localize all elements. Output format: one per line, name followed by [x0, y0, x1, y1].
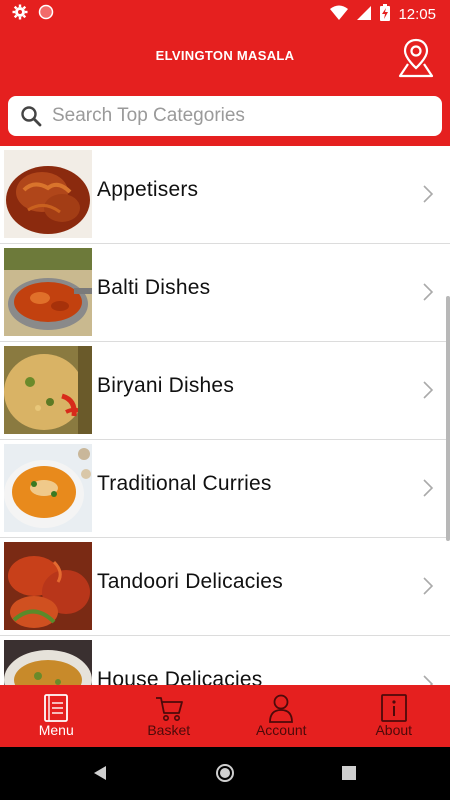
search-box[interactable] — [8, 96, 442, 136]
list-scrollbar[interactable] — [446, 296, 450, 541]
house-dish-photo — [4, 640, 92, 685]
search-input[interactable] — [52, 96, 432, 136]
battery-charging-icon — [380, 4, 391, 25]
category-row-biryani[interactable]: Biryani Dishes — [0, 342, 450, 440]
back-icon[interactable] — [92, 765, 108, 781]
search-icon — [21, 106, 42, 127]
chevron-right-icon — [423, 283, 434, 301]
category-row-appetisers[interactable]: Appetisers — [0, 146, 450, 244]
category-row-traditional-curries[interactable]: Traditional Curries — [0, 440, 450, 538]
settings-gear-icon — [12, 4, 28, 25]
signal-icon — [356, 5, 372, 25]
nav-basket[interactable]: Basket — [113, 685, 226, 747]
chevron-right-icon — [423, 479, 434, 497]
biryani-photo — [4, 346, 92, 434]
chevron-right-icon — [423, 577, 434, 595]
category-list[interactable]: Appetisers Balti Dishes Biryani Dishes T… — [0, 146, 450, 685]
menu-book-icon — [44, 694, 69, 722]
cart-icon — [155, 697, 183, 721]
nav-about[interactable]: About — [338, 685, 450, 747]
chevron-right-icon — [423, 675, 434, 685]
nav-basket-label: Basket — [147, 722, 191, 738]
nav-menu-label: Menu — [38, 722, 74, 738]
nav-account-label: Account — [255, 722, 307, 738]
balti-dish-photo — [4, 248, 92, 336]
chevron-right-icon — [423, 381, 434, 399]
app-title: ELVINGTON MASALA — [155, 48, 295, 63]
search-bar-container — [0, 90, 450, 146]
category-label: Balti Dishes — [97, 276, 211, 299]
chevron-right-icon — [423, 185, 434, 203]
app-bar: ELVINGTON MASALA — [0, 28, 450, 90]
category-label: Appetisers — [97, 178, 199, 201]
category-row-tandoori[interactable]: Tandoori Delicacies — [0, 538, 450, 636]
status-time: 12:05 — [398, 6, 436, 23]
category-label: House Delicacies — [97, 668, 263, 685]
map-pin-icon — [398, 38, 434, 78]
category-label: Biryani Dishes — [97, 374, 235, 397]
tandoori-chicken-photo — [4, 542, 92, 630]
category-label: Tandoori Delicacies — [97, 570, 283, 593]
location-button[interactable] — [396, 36, 436, 78]
nav-menu[interactable]: Menu — [0, 685, 113, 747]
category-row-balti[interactable]: Balti Dishes — [0, 244, 450, 342]
info-icon — [380, 694, 407, 722]
home-icon[interactable] — [215, 763, 235, 783]
nav-about-label: About — [375, 722, 413, 738]
curry-bowl-photo — [4, 444, 92, 532]
notification-dot-icon — [38, 4, 54, 25]
bottom-nav: Menu Basket Account About — [0, 685, 450, 747]
status-bar: 12:05 — [0, 0, 450, 28]
system-nav-bar — [0, 747, 450, 800]
onion-bhaji-photo — [4, 150, 92, 238]
wifi-icon — [330, 5, 349, 25]
nav-account[interactable]: Account — [225, 685, 338, 747]
category-row-house-delicacies[interactable]: House Delicacies — [0, 636, 450, 685]
user-icon — [269, 694, 294, 723]
recents-icon[interactable] — [342, 766, 356, 780]
category-label: Traditional Curries — [97, 472, 272, 495]
